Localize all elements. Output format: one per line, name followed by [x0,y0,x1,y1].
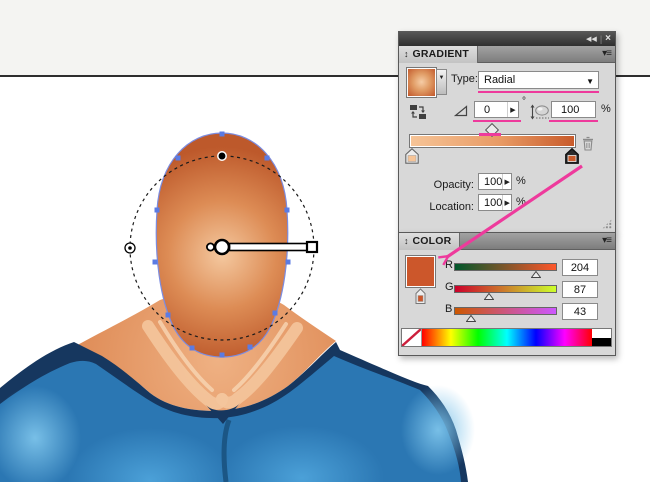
tab-gradient[interactable]: ↕ GRADIENT [399,46,478,63]
blue-slider-thumb[interactable] [466,315,476,322]
annotator-left-handle[interactable] [125,243,135,253]
panel-toggle-icon: ↕ [404,50,409,59]
red-value: 204 [563,262,597,274]
current-color-swatch[interactable] [406,256,435,287]
aspect-ratio-unit: % [601,104,611,115]
red-slider-track[interactable] [454,263,557,271]
opacity-label: Opacity: [419,180,474,191]
annotation-underline-angle [473,120,521,123]
spectrum-ramp[interactable] [422,329,592,346]
chevron-down-icon: ▼ [586,77,594,86]
gradient-stop-left[interactable] [405,148,419,164]
green-value: 87 [563,284,597,296]
gradient-panel-body: ▼ Type: Radial ▼ 0 ▶ ° [399,63,615,232]
red-slider-thumb[interactable] [531,271,541,278]
collapse-to-icons-button[interactable]: ◀◀ [586,36,597,43]
panel-menu-icon[interactable]: ▾≡ [602,49,611,59]
gradient-tab-row: ↕ GRADIENT ▾≡ [399,46,615,63]
green-slider-row [454,293,557,301]
angle-icon [454,105,468,117]
panel-resize-grip[interactable] [602,219,612,229]
black-swatch[interactable] [592,338,611,347]
gradient-type-value: Radial [479,74,598,86]
illustrator-workspace: ◀◀ | × ↕ GRADIENT ▾≡ ▼ Type: Radial ▼ [0,0,650,482]
location-label: Location: [419,202,474,213]
tab-color[interactable]: ↕ COLOR [399,233,460,250]
green-slider-thumb[interactable] [484,293,494,300]
close-panel-button[interactable]: × [605,34,611,44]
angle-stepper[interactable]: ▶ [507,102,518,117]
fill-indicator-icon[interactable] [413,288,428,305]
gradient-aspect-ratio-field[interactable]: 100 [551,101,596,118]
annotation-underline-aspect [549,120,598,123]
blue-slider-row [454,315,557,323]
panel-menu-icon[interactable]: ▾≡ [602,236,611,246]
none-color-swatch[interactable] [402,329,422,346]
gradient-type-select[interactable]: Radial ▼ [478,71,599,89]
gradient-fill-swatch[interactable] [407,68,436,97]
type-label: Type: [451,74,478,85]
green-value-field[interactable]: 87 [562,281,598,298]
gradient-swatch-dropdown[interactable]: ▼ [436,69,447,95]
gradient-panel: ◀◀ | × ↕ GRADIENT ▾≡ ▼ Type: Radial ▼ [398,31,616,233]
spectrum-end-swatches [592,329,611,346]
reverse-gradient-icon[interactable] [409,104,427,120]
color-panel-title: COLOR [413,236,452,247]
white-swatch[interactable] [592,329,611,338]
location-value: 100 [479,197,502,209]
opacity-field[interactable]: 100 ▶ [478,173,512,190]
location-field[interactable]: 100 ▶ [478,194,512,211]
annotation-underline-type [478,91,599,94]
gradient-panel-title: GRADIENT [413,49,469,60]
color-spectrum-bar[interactable] [401,328,612,347]
opacity-value: 100 [479,176,502,188]
annotation-midpoint-mark [479,133,501,136]
color-tab-row: ↕ COLOR ▾≡ [399,233,615,250]
blue-value-field[interactable]: 43 [562,303,598,320]
red-value-field[interactable]: 204 [562,259,598,276]
gradient-angle-value: 0 [475,104,507,116]
annotator-end-stop [307,242,317,252]
opacity-unit: % [516,176,526,187]
opacity-stepper[interactable]: ▶ [502,174,511,189]
color-panel-body: R 204 G 87 B [399,250,615,355]
location-stepper[interactable]: ▶ [502,195,511,210]
aspect-ratio-value: 100 [552,104,595,116]
gradient-stop-right-selected[interactable] [565,148,579,164]
blue-slider-track[interactable] [454,307,557,315]
panel-group-titlebar[interactable]: ◀◀ | × [399,32,615,46]
green-slider-track[interactable] [454,285,557,293]
location-unit: % [516,197,526,208]
angle-unit: ° [522,97,526,107]
delete-stop-trash-icon[interactable] [582,136,594,151]
red-slider-row [454,271,557,279]
color-panel: ↕ COLOR ▾≡ R 204 G [398,232,616,356]
aspect-ratio-icon [530,104,550,120]
panel-toggle-icon: ↕ [404,237,409,246]
annotator-rotate-handle[interactable] [218,152,226,160]
gradient-angle-field[interactable]: 0 ▶ [474,101,519,118]
annotator-focus-point [207,243,214,250]
blue-value: 43 [563,306,597,318]
annotator-center-point [215,240,229,254]
